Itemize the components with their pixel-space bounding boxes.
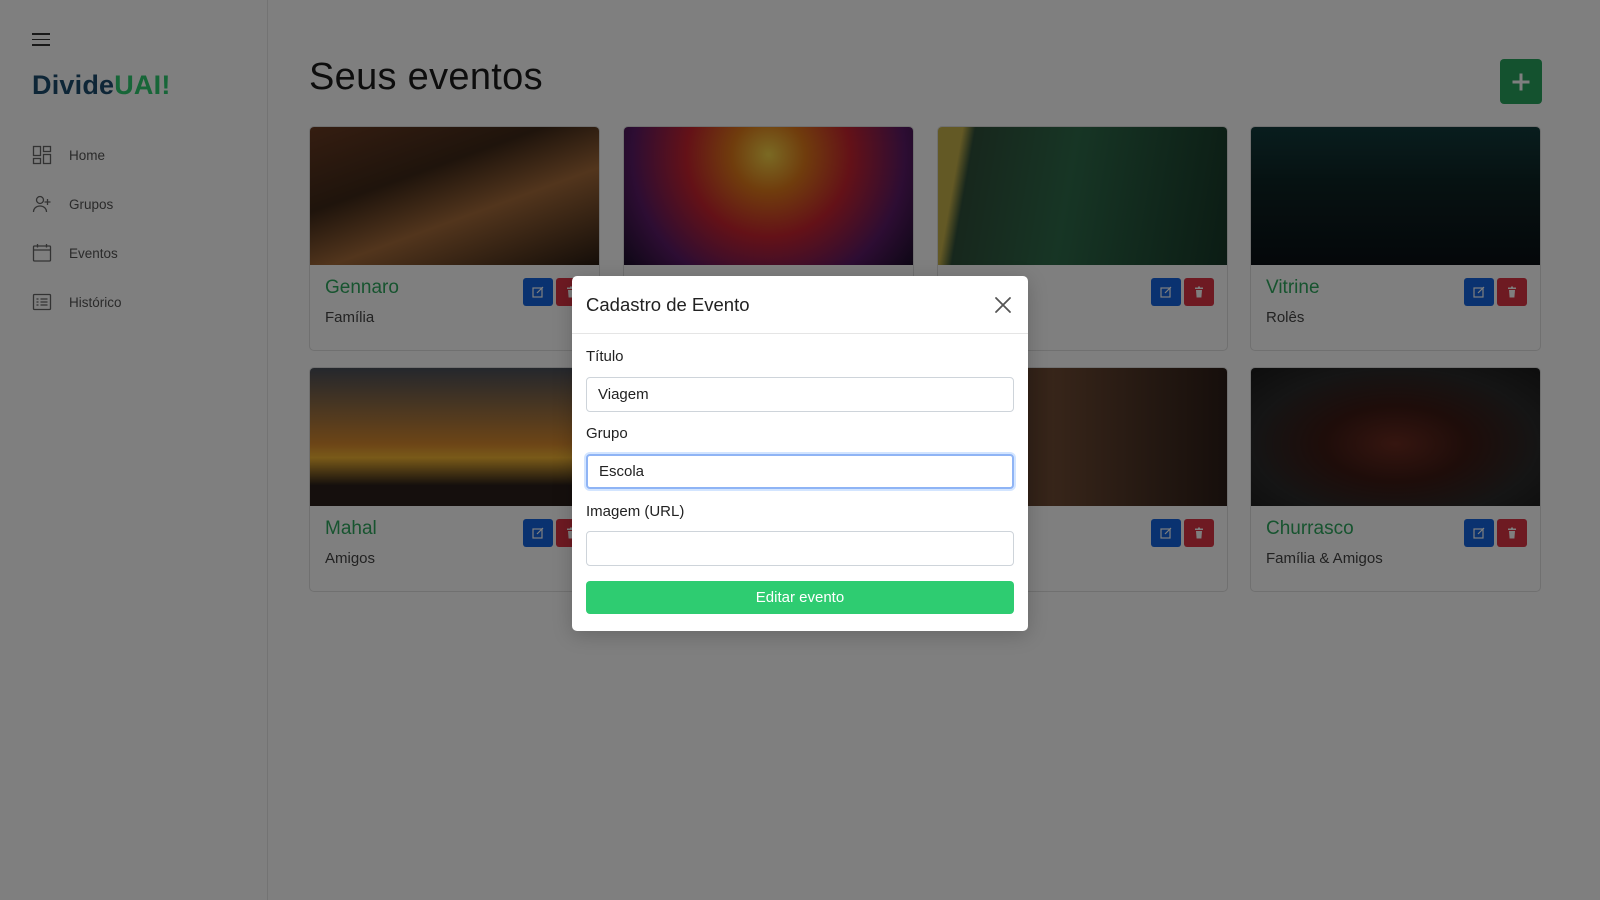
grupo-label: Grupo — [586, 425, 628, 442]
modal-header: Cadastro de Evento — [572, 276, 1028, 334]
titulo-label: Título — [586, 348, 624, 365]
modal-title: Cadastro de Evento — [586, 294, 750, 315]
event-modal: Cadastro de Evento Título Grupo Imagem (… — [572, 276, 1028, 631]
titulo-input[interactable] — [586, 377, 1014, 412]
close-button[interactable] — [993, 295, 1013, 315]
imagem-url-input[interactable] — [586, 531, 1014, 566]
close-icon — [995, 297, 1011, 313]
grupo-input[interactable] — [586, 454, 1014, 489]
edit-event-button[interactable]: Editar evento — [586, 581, 1014, 614]
modal-body: Título Grupo Imagem (URL) Editar evento — [586, 348, 1014, 614]
imagem-label: Imagem (URL) — [586, 503, 685, 520]
